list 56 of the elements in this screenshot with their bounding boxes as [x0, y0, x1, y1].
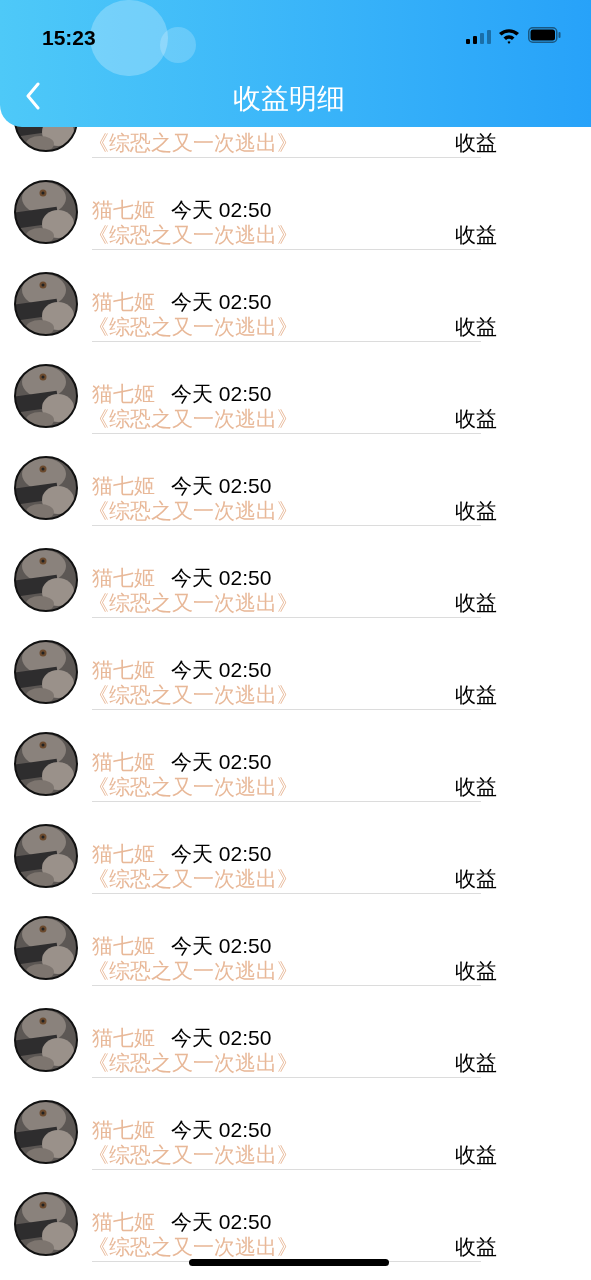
book-title: 《综恐之又一次逃出》	[88, 314, 298, 337]
page-title: 收益明细	[233, 82, 345, 116]
battery-icon	[528, 27, 561, 43]
income-label: 收益	[455, 1050, 497, 1073]
record-time: 今天 02:50	[171, 1027, 272, 1048]
record-time: 今天 02:50	[171, 475, 272, 496]
book-title: 《综恐之又一次逃出》	[88, 866, 298, 889]
record-time: 今天 02:50	[171, 1211, 272, 1232]
record-time: 今天 02:50	[171, 935, 272, 956]
income-label: 收益	[455, 958, 497, 981]
income-label: 收益	[455, 498, 497, 521]
back-icon	[25, 82, 41, 110]
book-title: 《综恐之又一次逃出》	[88, 1050, 298, 1073]
book-title: 《综恐之又一次逃出》	[88, 498, 298, 521]
book-title: 《综恐之又一次逃出》	[88, 130, 298, 153]
wifi-icon	[498, 27, 520, 44]
book-title: 《综恐之又一次逃出》	[88, 774, 298, 797]
income-label: 收益	[455, 314, 497, 337]
record-time: 今天 02:50	[171, 751, 272, 772]
income-label: 收益	[455, 682, 497, 705]
book-title: 《综恐之又一次逃出》	[88, 590, 298, 613]
author-name: 猫七姬	[92, 291, 155, 312]
income-label: 收益	[455, 130, 497, 153]
record-time: 今天 02:50	[171, 659, 272, 680]
author-name: 猫七姬	[92, 1211, 155, 1232]
income-label: 收益	[455, 1234, 497, 1257]
book-title: 《综恐之又一次逃出》	[88, 1142, 298, 1165]
status-time: 15:23	[42, 25, 96, 51]
income-label: 收益	[455, 590, 497, 613]
record-time: 今天 02:50	[171, 567, 272, 588]
income-label: 收益	[455, 406, 497, 429]
income-label: 收益	[455, 222, 497, 245]
author-name: 猫七姬	[92, 843, 155, 864]
record-time: 今天 02:50	[171, 291, 272, 312]
author-name: 猫七姬	[92, 199, 155, 220]
record-time: 今天 02:50	[171, 199, 272, 220]
author-name: 猫七姬	[92, 567, 155, 588]
author-name: 猫七姬	[92, 1027, 155, 1048]
author-name: 猫七姬	[92, 935, 155, 956]
author-name: 猫七姬	[92, 1119, 155, 1140]
income-label: 收益	[455, 774, 497, 797]
record-time: 今天 02:50	[171, 383, 272, 404]
book-title: 《综恐之又一次逃出》	[88, 222, 298, 245]
record-time: 今天 02:50	[171, 843, 272, 864]
author-name: 猫七姬	[92, 475, 155, 496]
book-title: 《综恐之又一次逃出》	[88, 1234, 298, 1257]
author-name: 猫七姬	[92, 383, 155, 404]
signal-icon	[466, 30, 492, 44]
author-name: 猫七姬	[92, 659, 155, 680]
book-title: 《综恐之又一次逃出》	[88, 682, 298, 705]
record-time: 今天 02:50	[171, 1119, 272, 1140]
income-label: 收益	[455, 866, 497, 889]
income-label: 收益	[455, 1142, 497, 1165]
book-title: 《综恐之又一次逃出》	[88, 406, 298, 429]
book-title: 《综恐之又一次逃出》	[88, 958, 298, 981]
author-name: 猫七姬	[92, 751, 155, 772]
